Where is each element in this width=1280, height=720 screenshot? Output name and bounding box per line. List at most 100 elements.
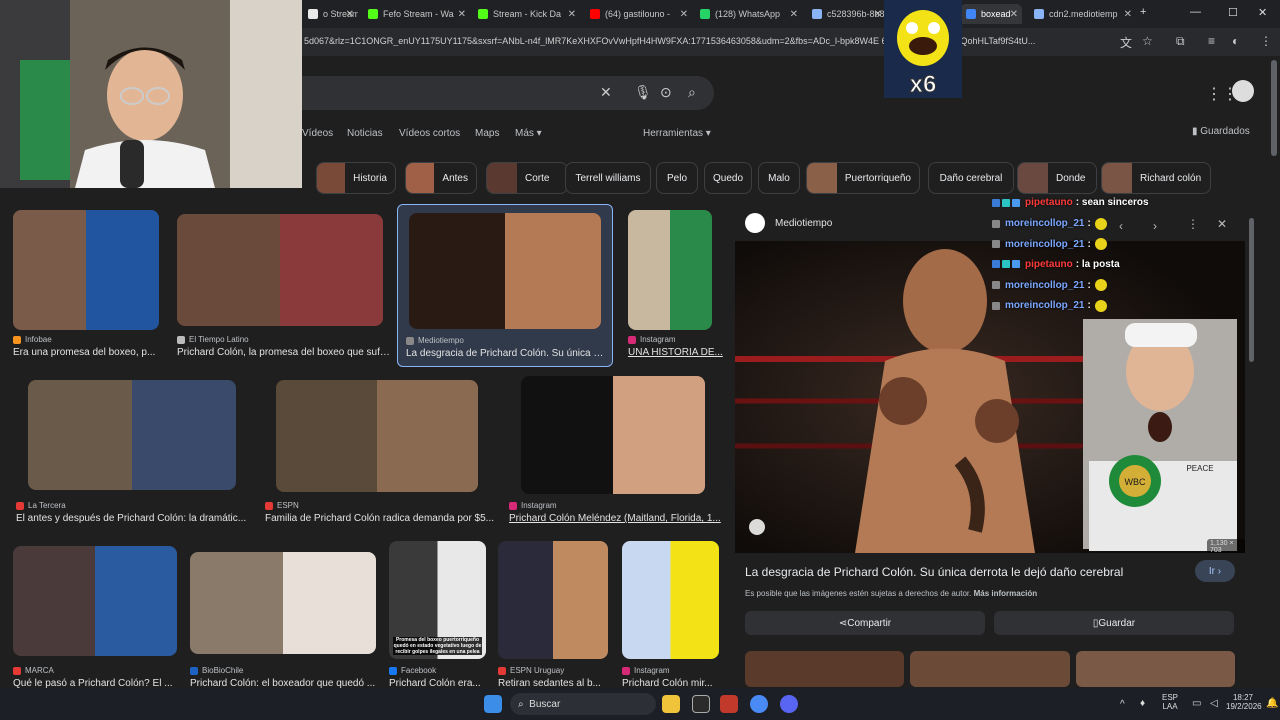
address-bar[interactable]: 5d067&rlz=1C1ONGR_enUY1175UY1175&sxsrf=A… xyxy=(300,28,1280,56)
tab-short-videos[interactable]: Vídeos cortos xyxy=(399,128,460,139)
search-input[interactable]: ✕ 🎙 ⊙ ⌕ xyxy=(300,76,714,110)
minimize-button[interactable]: — xyxy=(1190,6,1201,18)
tab-maps[interactable]: Maps xyxy=(475,128,499,139)
notifications-icon[interactable]: 🔔 xyxy=(1266,698,1278,709)
taskbar-search[interactable]: ⌕ Buscar xyxy=(510,693,656,715)
result-thumbnail[interactable] xyxy=(276,380,478,492)
lens-icon[interactable]: ⊙ xyxy=(660,84,672,101)
result-thumbnail[interactable] xyxy=(13,210,159,330)
save-button[interactable]: ▯ Guardar xyxy=(994,611,1234,635)
result-title[interactable]: Prichard Colón Meléndez (Maitland, Flori… xyxy=(509,513,721,524)
result-thumbnail[interactable] xyxy=(177,214,383,326)
filter-chip[interactable]: Historia xyxy=(316,162,396,194)
filter-chip[interactable]: Terrell williams xyxy=(565,162,651,194)
filter-chip[interactable]: Puertorriqueño xyxy=(806,162,920,194)
result-source[interactable]: ESPN xyxy=(265,501,299,510)
close-tab-icon[interactable]: ✕ xyxy=(874,9,882,20)
browser-tab[interactable]: cdn2.mediotiemp ✕ xyxy=(1028,4,1136,24)
result-source[interactable]: La Tercera xyxy=(16,501,66,510)
obs-icon[interactable] xyxy=(692,695,710,713)
menu-icon[interactable]: ⋮ xyxy=(1260,34,1272,48)
result-source[interactable]: Instagram xyxy=(628,335,676,344)
panel-scrollbar[interactable] xyxy=(1249,218,1254,362)
close-tab-icon[interactable]: ✕ xyxy=(790,9,798,20)
result-source[interactable]: Mediotiempo xyxy=(406,336,464,345)
browser-tab[interactable]: boxead ✕ xyxy=(960,4,1022,24)
page-scrollbar[interactable] xyxy=(1271,60,1277,156)
result-thumbnail[interactable] xyxy=(13,546,177,656)
tab-more[interactable]: Más ▾ xyxy=(515,128,542,139)
result-title[interactable]: Familia de Prichard Colón radica demanda… xyxy=(265,513,494,524)
result-thumbnail[interactable] xyxy=(409,213,601,329)
close-tab-icon[interactable]: ✕ xyxy=(1010,9,1018,20)
filter-chip[interactable]: Daño cerebral xyxy=(928,162,1014,194)
language-indicator[interactable]: ESP LAA xyxy=(1162,693,1178,711)
image-result[interactable]: Mediotiempo La desgracia de Prichard Coló… xyxy=(397,204,613,367)
filter-chip[interactable]: Corte xyxy=(486,162,568,194)
result-thumbnail[interactable] xyxy=(628,210,712,330)
extensions-icon[interactable]: ⧉ xyxy=(1176,34,1185,49)
related-thumb[interactable] xyxy=(1075,651,1235,687)
close-tab-icon[interactable]: ✕ xyxy=(346,9,354,20)
result-source[interactable]: Facebook xyxy=(389,666,436,675)
close-window-button[interactable]: ✕ xyxy=(1258,6,1267,19)
panel-source[interactable]: Mediotiempo xyxy=(775,218,832,229)
filter-chip[interactable]: Donde xyxy=(1017,162,1097,194)
avatar[interactable] xyxy=(1232,80,1254,102)
search-icon[interactable]: ⌕ xyxy=(688,84,696,101)
mic-icon[interactable]: ♦ xyxy=(1140,698,1145,709)
close-tab-icon[interactable]: ✕ xyxy=(568,9,576,20)
result-source[interactable]: ESPN Uruguay xyxy=(498,666,564,675)
clock[interactable]: 18:27 19/2/2026 xyxy=(1226,693,1262,711)
result-thumbnail[interactable] xyxy=(28,380,236,490)
result-thumbnail[interactable] xyxy=(521,376,705,494)
filter-chip[interactable]: Pelo xyxy=(656,162,698,194)
url-text[interactable]: 5d067&rlz=1C1ONGR_enUY1175UY1175&sxsrf=A… xyxy=(304,36,1114,46)
browser-tab[interactable]: Stream - Kick Da ✕ xyxy=(472,4,580,24)
result-source[interactable]: Infobae xyxy=(13,335,52,344)
browser-tab[interactable]: (64) gastilouno - ✕ xyxy=(584,4,692,24)
filter-chip[interactable]: Richard colón xyxy=(1101,162,1211,194)
result-thumbnail[interactable] xyxy=(622,541,719,659)
result-source[interactable]: BioBioChile xyxy=(190,666,243,675)
file-explorer-icon[interactable] xyxy=(662,695,680,713)
media-icon[interactable]: ≡ xyxy=(1208,34,1215,48)
translate-icon[interactable]: 文 xyxy=(1120,34,1132,51)
result-title[interactable]: La desgracia de Prichard Colón. Su única… xyxy=(406,348,606,359)
result-title[interactable]: Era una promesa del boxeo, p... xyxy=(13,347,155,358)
related-thumb[interactable] xyxy=(745,651,905,687)
filter-chip[interactable]: Malo xyxy=(758,162,800,194)
chrome-icon[interactable] xyxy=(750,695,768,713)
result-source[interactable]: Instagram xyxy=(622,666,670,675)
close-tab-icon[interactable]: ✕ xyxy=(1124,9,1132,20)
browser-tab[interactable]: o Stream - Wa✕ xyxy=(302,4,358,24)
maximize-button[interactable]: ☐ xyxy=(1228,6,1238,19)
visit-button[interactable]: Ir › xyxy=(1195,560,1235,582)
result-thumbnail[interactable] xyxy=(498,541,608,659)
result-title[interactable]: UNA HISTORIA DE... xyxy=(628,347,723,358)
browser-tab[interactable]: Fefo Stream - Wa ✕ xyxy=(362,4,470,24)
start-icon[interactable] xyxy=(484,695,502,713)
more-info-link[interactable]: Más información xyxy=(974,589,1038,598)
tab-videos[interactable]: Vídeos xyxy=(302,128,333,139)
related-thumb[interactable] xyxy=(910,651,1070,687)
result-source[interactable]: El Tiempo Latino xyxy=(177,335,249,344)
profile-icon[interactable]: ◐ xyxy=(1232,34,1239,48)
result-thumbnail[interactable] xyxy=(190,552,376,654)
new-tab-button[interactable]: + xyxy=(1140,6,1146,18)
clear-icon[interactable]: ✕ xyxy=(600,84,612,101)
browser-tab[interactable]: c528396b-8b8e-✕ xyxy=(806,4,886,24)
bookmark-star-icon[interactable]: ☆ xyxy=(1142,34,1153,48)
close-tab-icon[interactable]: ✕ xyxy=(680,9,688,20)
volume-icon[interactable]: ◁ xyxy=(1210,698,1218,709)
close-tab-icon[interactable]: ✕ xyxy=(458,9,466,20)
tray-chevron-icon[interactable]: ^ xyxy=(1120,699,1125,710)
panel-title[interactable]: La desgracia de Prichard Colón. Su única… xyxy=(745,565,1123,579)
result-title[interactable]: Prichard Colón, la promesa del boxeo que… xyxy=(177,347,392,358)
result-source[interactable]: MARCA xyxy=(13,666,54,675)
network-icon[interactable]: ▭ xyxy=(1192,698,1201,709)
share-button[interactable]: ⋖ Compartir xyxy=(745,611,985,635)
result-thumbnail[interactable]: Promesa del boxeo puertorriqueño quedó e… xyxy=(389,541,486,659)
filter-chip[interactable]: Antes xyxy=(405,162,477,194)
voice-search-icon[interactable]: 🎙 xyxy=(634,84,652,101)
